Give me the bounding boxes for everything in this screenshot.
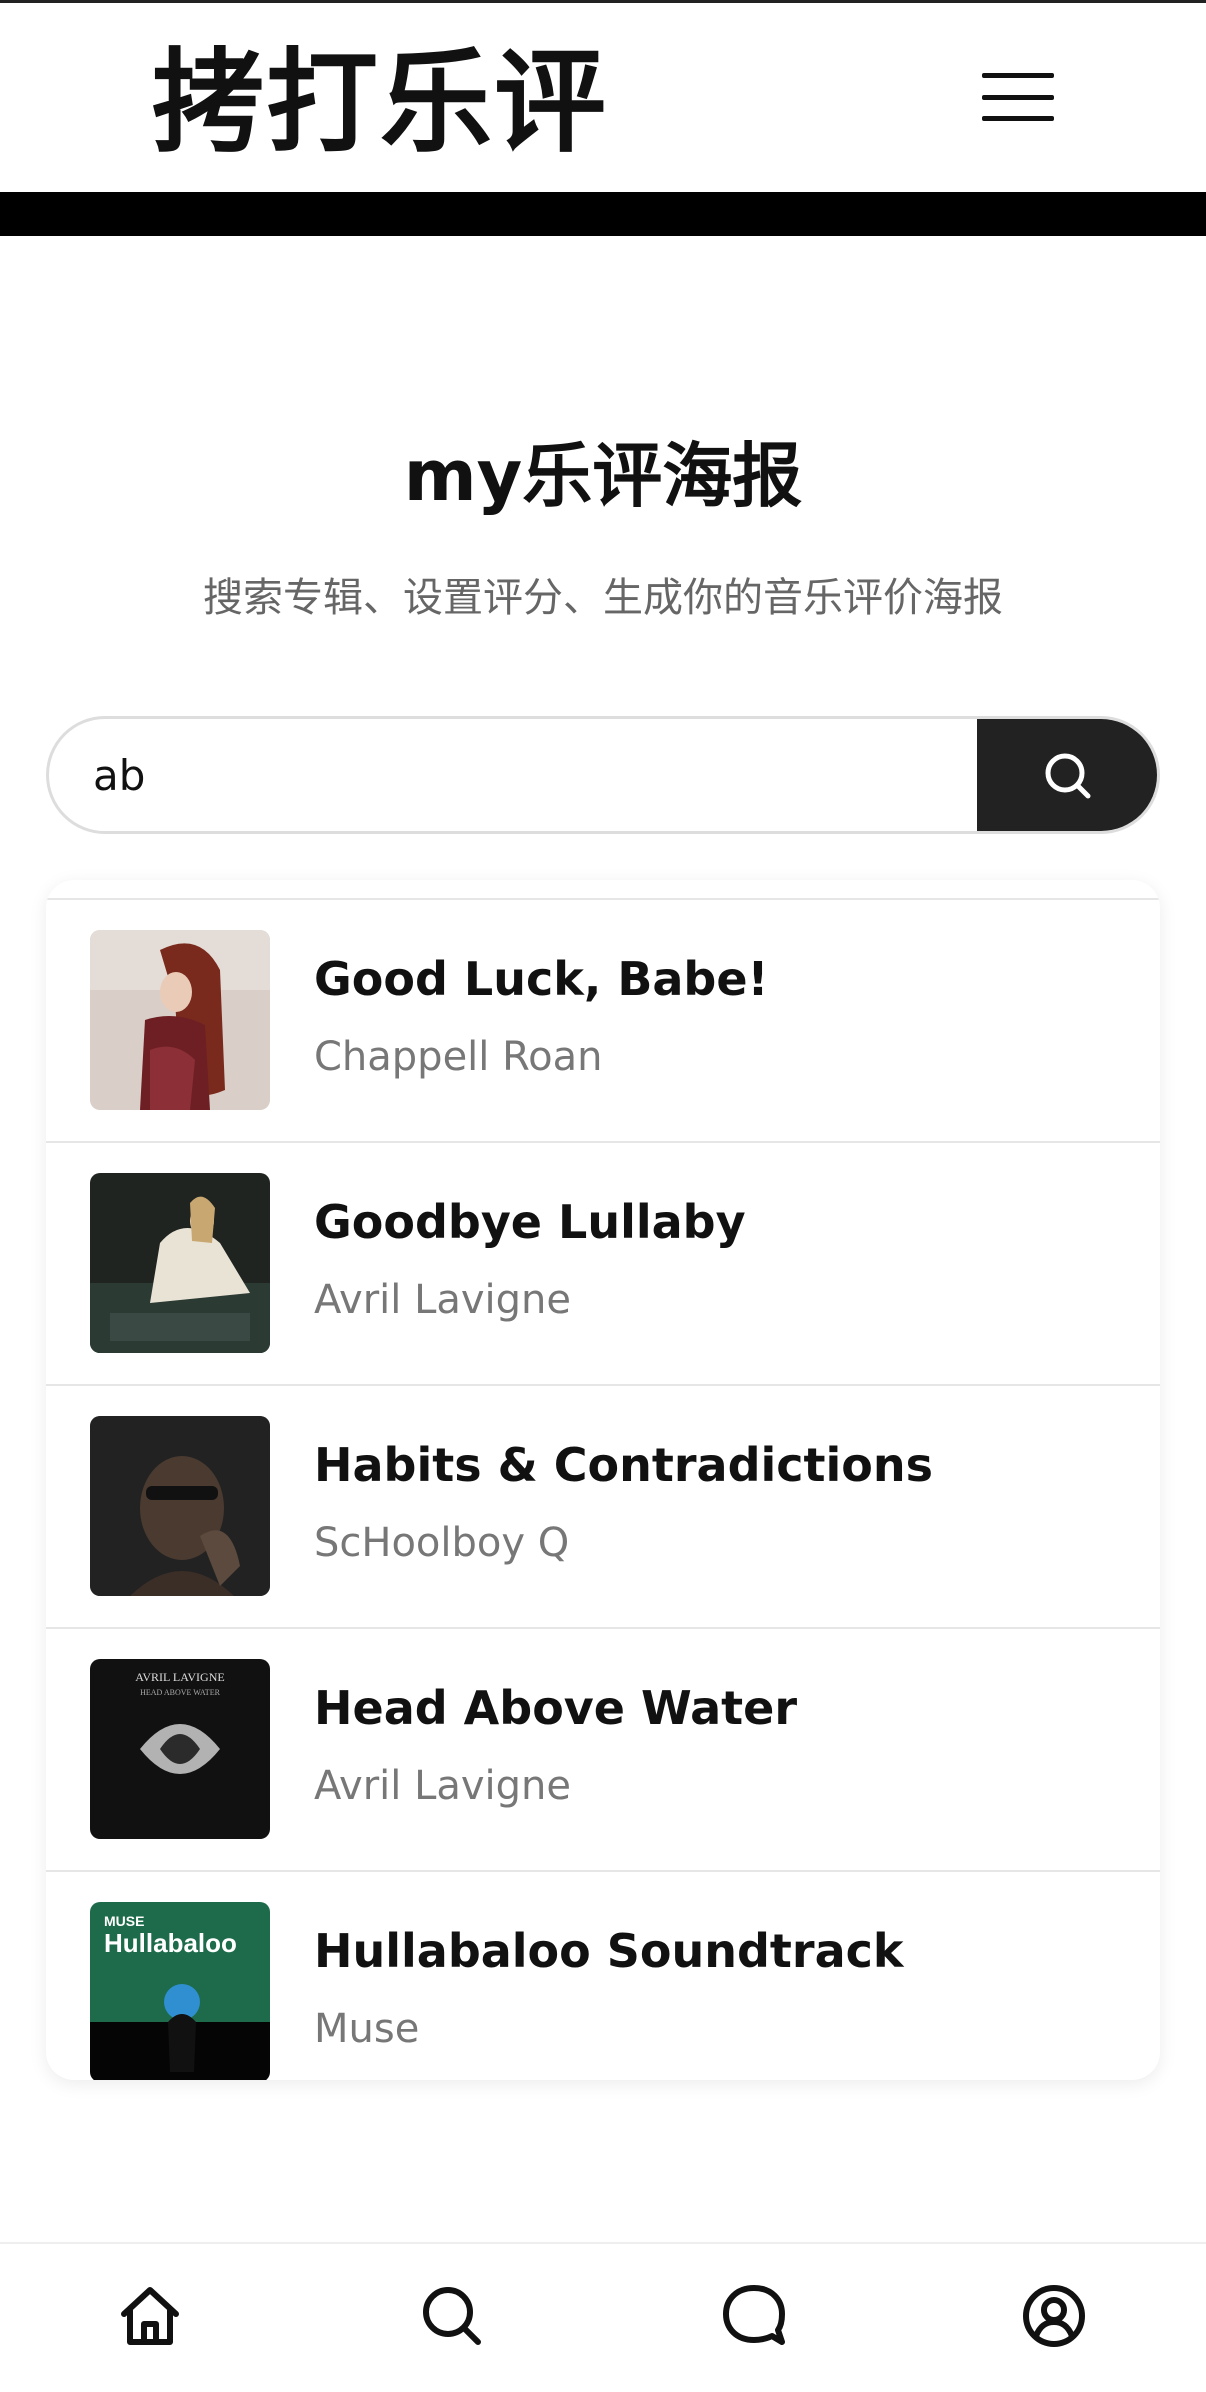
menu-button[interactable] [976,63,1060,131]
album-cover [90,930,270,1110]
album-title: Head Above Water [314,1681,798,1735]
search-button[interactable] [977,719,1157,831]
app-logo[interactable]: 拷打乐评 [152,39,608,167]
album-artist: Avril Lavigne [314,1277,572,1323]
cover-text: MUSE [104,1913,144,1929]
page-title: my乐评海报 [403,435,803,517]
bottom-nav [0,2242,1206,2392]
album-title: Goodbye Lullaby [314,1195,746,1249]
album-title: Good Luck, Babe! [314,952,769,1006]
album-cover [90,1416,270,1596]
page: 拷打乐评 my乐评海报 搜索专辑、设置评分、生成你的音乐评价海报 ab Good… [0,0,1206,2392]
album-cover [90,1173,270,1353]
result-row[interactable]: AVRIL LAVIGNE HEAD ABOVE WATER Head Abov… [46,1627,1160,1870]
nav-search-button[interactable] [416,2280,488,2352]
home-icon [121,2287,179,2345]
user-icon [1023,2285,1085,2347]
page-subtitle: 搜索专辑、设置评分、生成你的音乐评价海报 [203,575,1003,621]
nav-home-button[interactable] [114,2280,186,2352]
album-title: Habits & Contradictions [314,1438,934,1492]
album-cover: MUSE Hullabaloo [90,1902,270,2080]
nav-profile-button[interactable] [1018,2280,1090,2352]
search-icon [423,2287,481,2345]
search-icon [1045,753,1091,799]
album-title: Hullabaloo Soundtrack [314,1924,904,1978]
header-divider-bar [0,192,1206,236]
search-input[interactable] [49,719,977,831]
album-artist: Muse [314,2006,420,2052]
menu-icon-line [982,73,1054,78]
app-header: 拷打乐评 [0,0,1206,192]
cover-text: Hullabaloo [104,1928,237,1958]
cover-text: AVRIL LAVIGNE [135,1670,224,1684]
menu-icon-line [982,94,1054,100]
result-row[interactable]: Goodbye Lullaby Avril Lavigne [46,1141,1160,1384]
chat-icon [723,2285,785,2345]
result-row[interactable]: Habits & Contradictions ScHoolboy Q [46,1384,1160,1627]
album-cover: AVRIL LAVIGNE HEAD ABOVE WATER [90,1659,270,1839]
result-row[interactable]: MUSE Hullabaloo Hullabaloo Soundtrack Mu… [46,1870,1160,2080]
menu-icon-line [982,116,1054,121]
search-bar [46,716,1160,834]
result-row[interactable]: Good Luck, Babe! Chappell Roan [46,898,1160,1141]
album-artist: Chappell Roan [314,1034,603,1080]
cover-text: HEAD ABOVE WATER [140,1688,221,1697]
search-results-list: Good Luck, Babe! Chappell Roan Goodbye L… [46,880,1160,2080]
nav-chat-button[interactable] [718,2280,790,2352]
album-artist: Avril Lavigne [314,1763,572,1809]
album-artist: ScHoolboy Q [314,1520,570,1566]
